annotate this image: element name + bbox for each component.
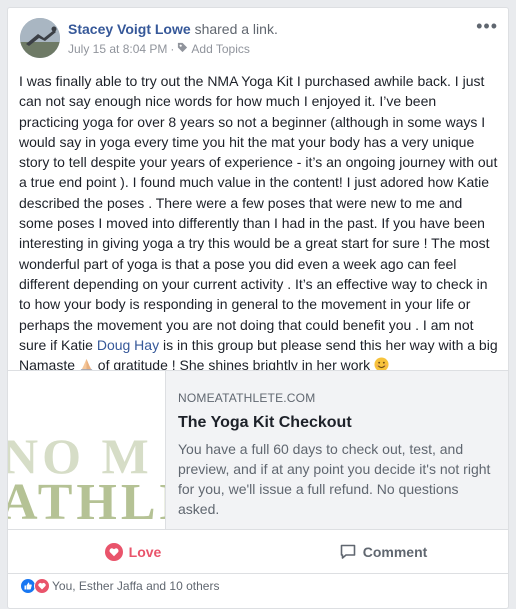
post-meta: July 15 at 8:04 PM · Add Topics <box>68 42 250 56</box>
author-action: shared a link. <box>194 21 278 37</box>
link-description: You have a full 60 days to check out, te… <box>178 441 491 517</box>
reaction-icons <box>20 578 50 594</box>
add-topics-link[interactable]: Add Topics <box>191 42 249 56</box>
tagged-person-link[interactable]: Doug Hay <box>97 337 159 353</box>
author-name[interactable]: Stacey Voigt Lowe <box>68 21 191 37</box>
author-line: Stacey Voigt Lowe shared a link. <box>68 21 278 37</box>
comment-label: Comment <box>362 543 428 560</box>
heart-icon <box>104 542 123 561</box>
love-button[interactable]: Love <box>8 542 258 561</box>
thumbnail-logo-line2: ATHLE <box>8 474 165 529</box>
comment-button[interactable]: Comment <box>258 543 508 561</box>
link-title[interactable]: The Yoga Kit Checkout <box>178 413 498 433</box>
love-reaction-icon <box>34 578 50 594</box>
link-details: NOMEATATHLETE.COM The Yoga Kit Checkout … <box>178 391 498 519</box>
more-options-button[interactable]: ••• <box>476 16 498 37</box>
reactions-text: You, Esther Jaffa and 10 others <box>52 579 220 593</box>
link-preview[interactable]: NO M ATHLE NOMEATATHLETE.COM The Yoga Ki… <box>8 370 508 530</box>
avatar[interactable] <box>20 18 60 58</box>
post-text-part1: I was finally able to try out the NMA Yo… <box>19 73 498 353</box>
post-body: I was finally able to try out the NMA Yo… <box>19 71 499 375</box>
link-domain: NOMEATATHLETE.COM <box>178 391 316 405</box>
tag-icon <box>177 42 188 56</box>
post-timestamp[interactable]: July 15 at 8:04 PM <box>68 42 167 56</box>
love-label: Love <box>128 543 162 560</box>
reactions-summary[interactable]: You, Esther Jaffa and 10 others <box>20 578 219 594</box>
avatar-photo <box>20 18 60 58</box>
link-thumbnail[interactable]: NO M ATHLE <box>8 371 166 529</box>
meta-separator: · <box>170 42 175 56</box>
comment-icon <box>340 544 356 559</box>
post-actions: Love Comment <box>8 530 508 574</box>
post-card: Stacey Voigt Lowe shared a link. July 15… <box>7 7 509 609</box>
post-header: Stacey Voigt Lowe shared a link. July 15… <box>8 8 508 68</box>
